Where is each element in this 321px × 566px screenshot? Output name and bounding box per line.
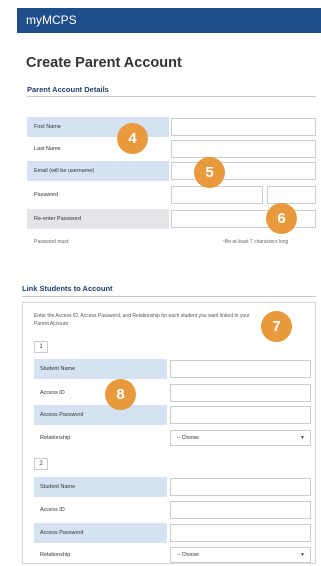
page-title: Create Parent Account	[26, 55, 182, 71]
email-label: Email (will be username)	[27, 161, 169, 181]
student-2-access-password-input[interactable]	[170, 524, 311, 542]
student-1-access-id-row: Access ID	[34, 383, 312, 403]
relationship-select-value: -- Choose	[177, 435, 199, 441]
email-input[interactable]	[171, 162, 316, 180]
student-name-label: Student Name	[34, 359, 167, 379]
password-input[interactable]	[171, 186, 263, 204]
last-name-row: Last Name	[27, 139, 316, 159]
password-hint-label: Password must:	[34, 239, 70, 245]
password-row: Password	[27, 185, 316, 205]
app-header: myMCPS	[17, 8, 321, 33]
parent-section-title: Parent Account Details	[27, 85, 109, 94]
student-2-name-row: Student Name	[34, 477, 312, 497]
access-password-label: Access Password	[34, 523, 167, 543]
relationship-select-value: -- Choose	[177, 552, 199, 558]
relationship-label: Relationship	[40, 435, 71, 441]
email-row: Email (will be username)	[27, 161, 316, 181]
app-title: myMCPS	[26, 13, 77, 27]
access-id-label: Access ID	[40, 390, 65, 396]
first-name-input[interactable]	[171, 118, 316, 136]
access-id-label: Access ID	[40, 507, 65, 513]
student-1-name-row: Student Name	[34, 359, 312, 379]
last-name-input[interactable]	[171, 140, 316, 158]
student-1-relationship-select[interactable]: -- Choose ▼	[170, 430, 311, 446]
students-instructions: Enter the Access ID, Access Password, an…	[34, 313, 250, 327]
students-section-title: Link Students to Account	[22, 284, 113, 293]
student-2-access-password-row: Access Password	[34, 523, 312, 543]
first-name-row: First Name	[27, 117, 316, 137]
relationship-label: Relationship	[40, 552, 71, 558]
reenter-password-label: Re-enter Password	[27, 209, 169, 229]
callout-badge-8: 8	[105, 379, 136, 410]
chevron-down-icon: ▼	[300, 552, 305, 558]
student-number-1: 1	[34, 341, 48, 353]
student-2-access-id-input[interactable]	[170, 501, 311, 519]
password-label: Password	[34, 192, 59, 198]
callout-badge-7: 7	[261, 311, 292, 342]
student-1-name-input[interactable]	[170, 360, 311, 378]
student-number-2: 2	[34, 458, 48, 470]
password-strength-box	[267, 186, 316, 204]
student-2-relationship-row: Relationship -- Choose ▼	[34, 545, 312, 565]
student-1-access-id-input[interactable]	[170, 384, 311, 402]
student-2-relationship-select[interactable]: -- Choose ▼	[170, 547, 311, 563]
last-name-label: Last Name	[34, 146, 61, 152]
student-1-relationship-row: Relationship -- Choose ▼	[34, 428, 312, 448]
callout-badge-5: 5	[194, 157, 225, 188]
student-name-label: Student Name	[34, 477, 167, 497]
password-hint-rule: ~Be at least 7 characters long	[222, 239, 289, 245]
callout-badge-4: 4	[117, 123, 148, 154]
section-divider	[27, 96, 316, 97]
student-2-name-input[interactable]	[170, 478, 311, 496]
student-1-access-password-row: Access Password	[34, 405, 312, 425]
callout-badge-6: 6	[266, 203, 297, 234]
student-1-access-password-input[interactable]	[170, 406, 311, 424]
student-2-access-id-row: Access ID	[34, 500, 312, 520]
chevron-down-icon: ▼	[300, 435, 305, 441]
first-name-label: First Name	[27, 117, 169, 137]
access-password-label: Access Password	[34, 405, 167, 425]
section-divider	[22, 296, 316, 297]
